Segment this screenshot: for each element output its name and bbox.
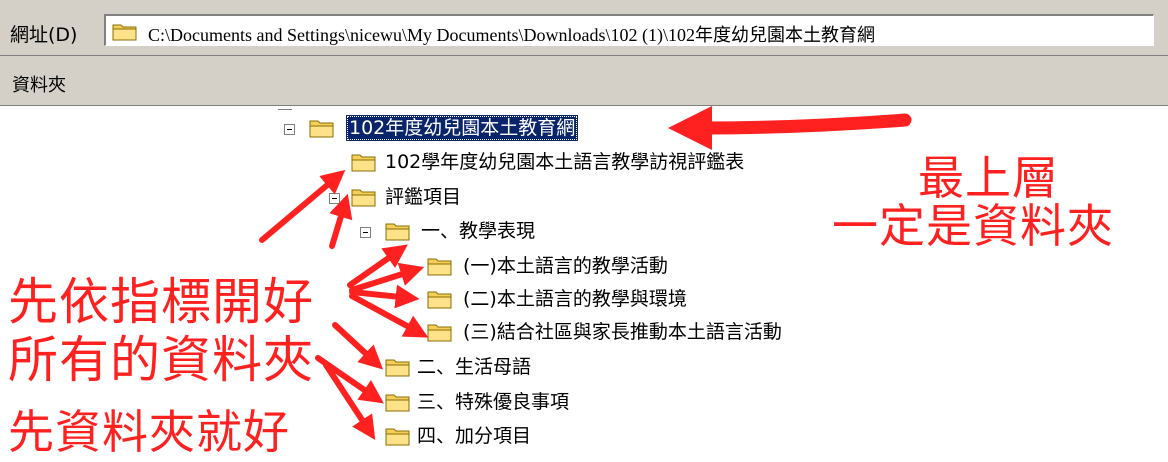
address-field[interactable]: C:\Documents and Settings\nicewu\My Docu… — [104, 14, 1154, 46]
annotation-top-line2: 一定是資料夾 — [832, 199, 1114, 253]
folder-open-icon — [309, 120, 334, 138]
collapse-toggle[interactable] — [284, 124, 295, 135]
tree-item-label[interactable]: (三)結合社區與家長推動本土語言活動 — [460, 319, 785, 345]
folder-icon — [351, 154, 376, 172]
arrow-to-life — [332, 322, 384, 370]
address-path: C:\Documents and Settings\nicewu\My Docu… — [148, 25, 875, 45]
arrow-to-sub1 — [349, 262, 425, 293]
folder-icon — [112, 24, 137, 41]
folder-open-icon — [351, 189, 376, 207]
folders-pane-header: 資料夾 — [0, 56, 1168, 106]
folder-icon — [427, 324, 452, 342]
arrow-to-form — [259, 169, 346, 243]
folder-icon — [385, 428, 410, 446]
folders-pane-title: 資料夾 — [12, 75, 66, 96]
annotation-left-line2: 所有的資料夾 — [8, 331, 314, 389]
tree-item-label[interactable]: 二、生活母語 — [414, 354, 534, 380]
arrow-to-special — [315, 355, 384, 404]
arrow-to-root — [668, 106, 912, 150]
folder-icon — [427, 258, 452, 276]
arrow-to-teaching — [347, 244, 408, 288]
address-bar: 網址(D) C:\Documents and Settings\nicewu\M… — [0, 0, 1168, 56]
tree-item-label[interactable]: 四、加分項目 — [414, 423, 534, 449]
address-label: 網址(D) — [10, 24, 78, 46]
folder-icon — [385, 394, 410, 412]
tree-item-label[interactable]: 一、教學表現 — [418, 218, 538, 244]
tree-item-label[interactable]: (一)本土語言的教學活動 — [460, 253, 671, 279]
folder-open-icon — [385, 223, 410, 241]
annotation-left-line3: 先資料夾就好 — [8, 405, 290, 459]
tree-guide-line — [278, 109, 292, 110]
tree-item-label[interactable]: (二)本土語言的教學與環境 — [460, 286, 690, 312]
tree-item-label[interactable]: 評鑑項目 — [382, 184, 464, 210]
tree-item-label[interactable]: 三、特殊優良事項 — [414, 389, 572, 415]
tree-item-label[interactable]: 102學年度幼兒園本土語言教學訪視評鑑表 — [382, 149, 747, 175]
collapse-toggle[interactable] — [329, 193, 340, 204]
tree-item-label[interactable]: 102年度幼兒園本土教育網 — [346, 115, 579, 141]
arrow-to-bonus — [323, 362, 376, 441]
folder-icon — [385, 359, 410, 377]
arrow-to-sub3 — [349, 293, 429, 338]
arrow-to-eval — [329, 193, 353, 249]
arrow-to-sub2 — [349, 284, 420, 309]
folder-icon — [427, 291, 452, 309]
collapse-toggle[interactable] — [360, 227, 371, 238]
